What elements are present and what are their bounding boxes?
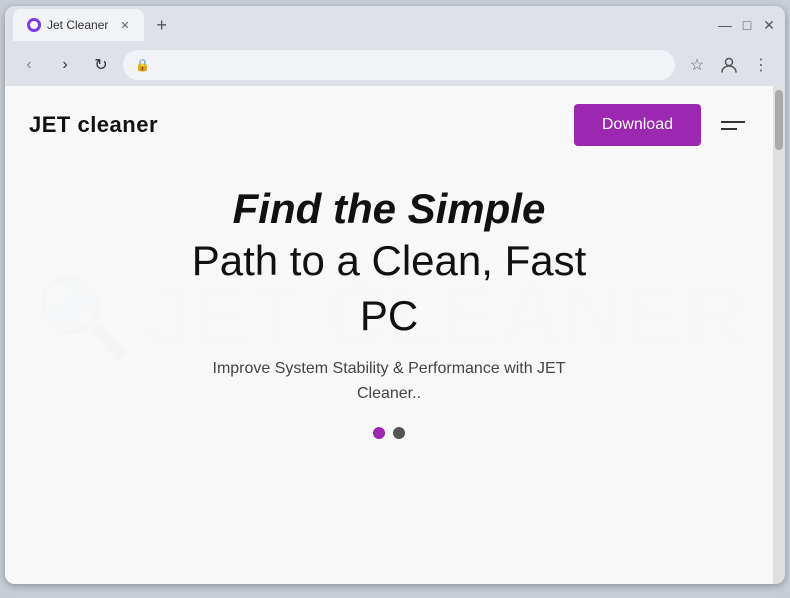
refresh-button[interactable]: ↻ bbox=[87, 51, 115, 79]
hamburger-menu-button[interactable] bbox=[717, 117, 749, 134]
hero-title-normal1: Path to a Clean, Fast bbox=[45, 234, 733, 289]
carousel-dot-2[interactable] bbox=[393, 427, 405, 439]
hero-section: 🔍 JET CLEANER Find the Simple Path to a … bbox=[5, 164, 773, 469]
forward-button[interactable]: › bbox=[51, 51, 79, 79]
profile-button[interactable] bbox=[715, 51, 743, 79]
download-button[interactable]: Download bbox=[574, 104, 701, 146]
browser-window: Jet Cleaner ✕ + — □ ✕ ‹ › ↻ 🔒 ☆ bbox=[5, 6, 785, 584]
site-navbar: JET cleaner Download bbox=[5, 86, 773, 164]
address-actions: ☆ ⋮ bbox=[683, 51, 775, 79]
carousel-dots bbox=[45, 427, 733, 439]
hero-title: Find the Simple Path to a Clean, Fast PC bbox=[45, 184, 733, 344]
tab-favicon bbox=[27, 18, 41, 32]
back-button[interactable]: ‹ bbox=[15, 51, 43, 79]
minimize-button[interactable]: — bbox=[717, 17, 733, 33]
window-controls: — □ ✕ bbox=[717, 17, 777, 33]
bookmark-button[interactable]: ☆ bbox=[683, 51, 711, 79]
menu-button[interactable]: ⋮ bbox=[747, 51, 775, 79]
title-bar: Jet Cleaner ✕ + — □ ✕ bbox=[5, 6, 785, 44]
scrollbar[interactable] bbox=[773, 86, 785, 584]
lock-icon: 🔒 bbox=[135, 58, 150, 72]
url-bar[interactable]: 🔒 bbox=[123, 50, 675, 80]
new-tab-button[interactable]: + bbox=[148, 11, 176, 39]
navbar-right: Download bbox=[574, 104, 749, 146]
hamburger-line-2 bbox=[721, 128, 737, 130]
page-content: JET cleaner Download 🔍 JET CLEANER bbox=[5, 86, 773, 584]
hamburger-line-1 bbox=[721, 121, 745, 123]
tab-area: Jet Cleaner ✕ + bbox=[13, 9, 713, 41]
active-tab[interactable]: Jet Cleaner ✕ bbox=[13, 9, 144, 41]
tab-title: Jet Cleaner bbox=[47, 18, 108, 32]
scroll-thumb[interactable] bbox=[775, 90, 783, 150]
close-button[interactable]: ✕ bbox=[761, 17, 777, 33]
hero-subtitle: Improve System Stability & Performance w… bbox=[199, 356, 579, 407]
maximize-button[interactable]: □ bbox=[739, 17, 755, 33]
hero-title-bold: Find the Simple bbox=[45, 184, 733, 234]
address-bar: ‹ › ↻ 🔒 ☆ ⋮ bbox=[5, 44, 785, 86]
tab-close-btn[interactable]: ✕ bbox=[120, 19, 129, 32]
hero-title-normal2: PC bbox=[45, 289, 733, 344]
site-logo: JET cleaner bbox=[29, 112, 158, 138]
content-wrapper: JET cleaner Download 🔍 JET CLEANER bbox=[5, 86, 785, 584]
carousel-dot-1[interactable] bbox=[373, 427, 385, 439]
